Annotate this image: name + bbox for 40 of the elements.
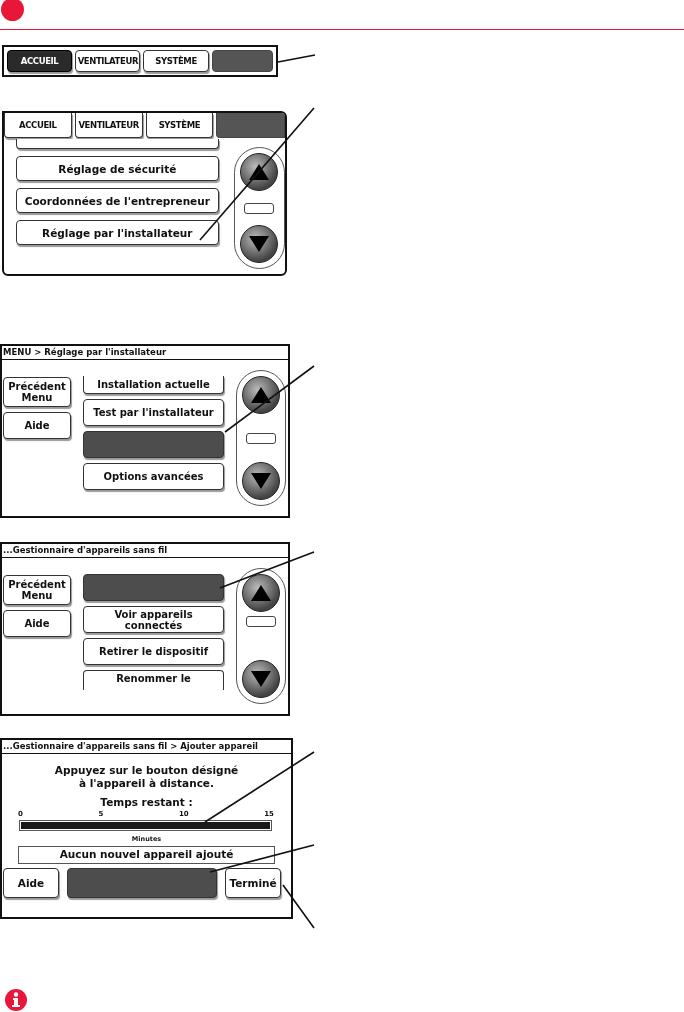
- tab[interactable]: VENTILATEUR: [74, 113, 143, 138]
- scroll-down-button[interactable]: [240, 225, 279, 263]
- section-marker-icon: [1, 0, 24, 21]
- scroll-down-button[interactable]: [242, 462, 280, 500]
- scroll-indicator: [246, 616, 276, 627]
- tab[interactable]: SYSTÈME: [143, 50, 209, 72]
- breadcrumb-title: MENU > Réglage par l'installateur: [2, 346, 288, 360]
- side-button[interactable]: Aide: [3, 412, 71, 439]
- side-button[interactable]: Précédent Menu: [3, 575, 71, 605]
- menu-button[interactable]: Renommer le: [83, 670, 224, 690]
- menu-button[interactable]: Retirer le dispositif: [83, 638, 224, 665]
- scroll-up-button[interactable]: [242, 574, 280, 612]
- action-button[interactable]: Terminé: [225, 868, 281, 898]
- scroll-up-button[interactable]: [242, 376, 280, 414]
- menu-button[interactable]: Voir appareils connectés: [83, 606, 224, 633]
- breadcrumb-title: ...Gestionnaire d'appareils sans fil: [2, 544, 288, 558]
- menu-button[interactable]: Options avancées: [83, 463, 224, 490]
- menu-button[interactable]: Réglage par l'installateur: [16, 220, 219, 245]
- action-button[interactable]: Aide: [3, 868, 59, 898]
- scroll-up-button[interactable]: [240, 153, 279, 191]
- tab[interactable]: VENTILATEUR: [75, 50, 141, 72]
- side-button[interactable]: Aide: [3, 610, 71, 637]
- breadcrumb-title: ...Gestionnaire d'appareils sans fil > Ajouter appareil: [2, 740, 291, 754]
- scroll-down-button[interactable]: [242, 660, 280, 698]
- scroll-indicator: [246, 432, 276, 444]
- status-field: Aucun nouvel appareil ajouté: [18, 846, 275, 864]
- instruction-text: à l'appareil à distance.: [78, 777, 215, 790]
- tab[interactable]: SYSTÈME: [145, 113, 214, 138]
- instruction-text: Appuyez sur le bouton désigné: [53, 764, 240, 777]
- menu-button[interactable]: Test par l'installateur: [83, 399, 224, 426]
- blank-tab[interactable]: [211, 50, 273, 72]
- menu-button[interactable]: [16, 139, 219, 149]
- tab[interactable]: ACCUEIL: [4, 113, 72, 138]
- tab[interactable]: ACCUEIL: [7, 50, 73, 72]
- timer-label: Temps restant :: [99, 796, 194, 808]
- scroll-indicator: [244, 202, 275, 214]
- menu-button[interactable]: Installation actuelle: [83, 376, 224, 394]
- menu-button[interactable]: Coordonnées de l'entrepreneur: [16, 188, 219, 213]
- menu-button[interactable]: Réglage de sécurité: [16, 156, 219, 181]
- side-button[interactable]: Précédent Menu: [3, 377, 71, 407]
